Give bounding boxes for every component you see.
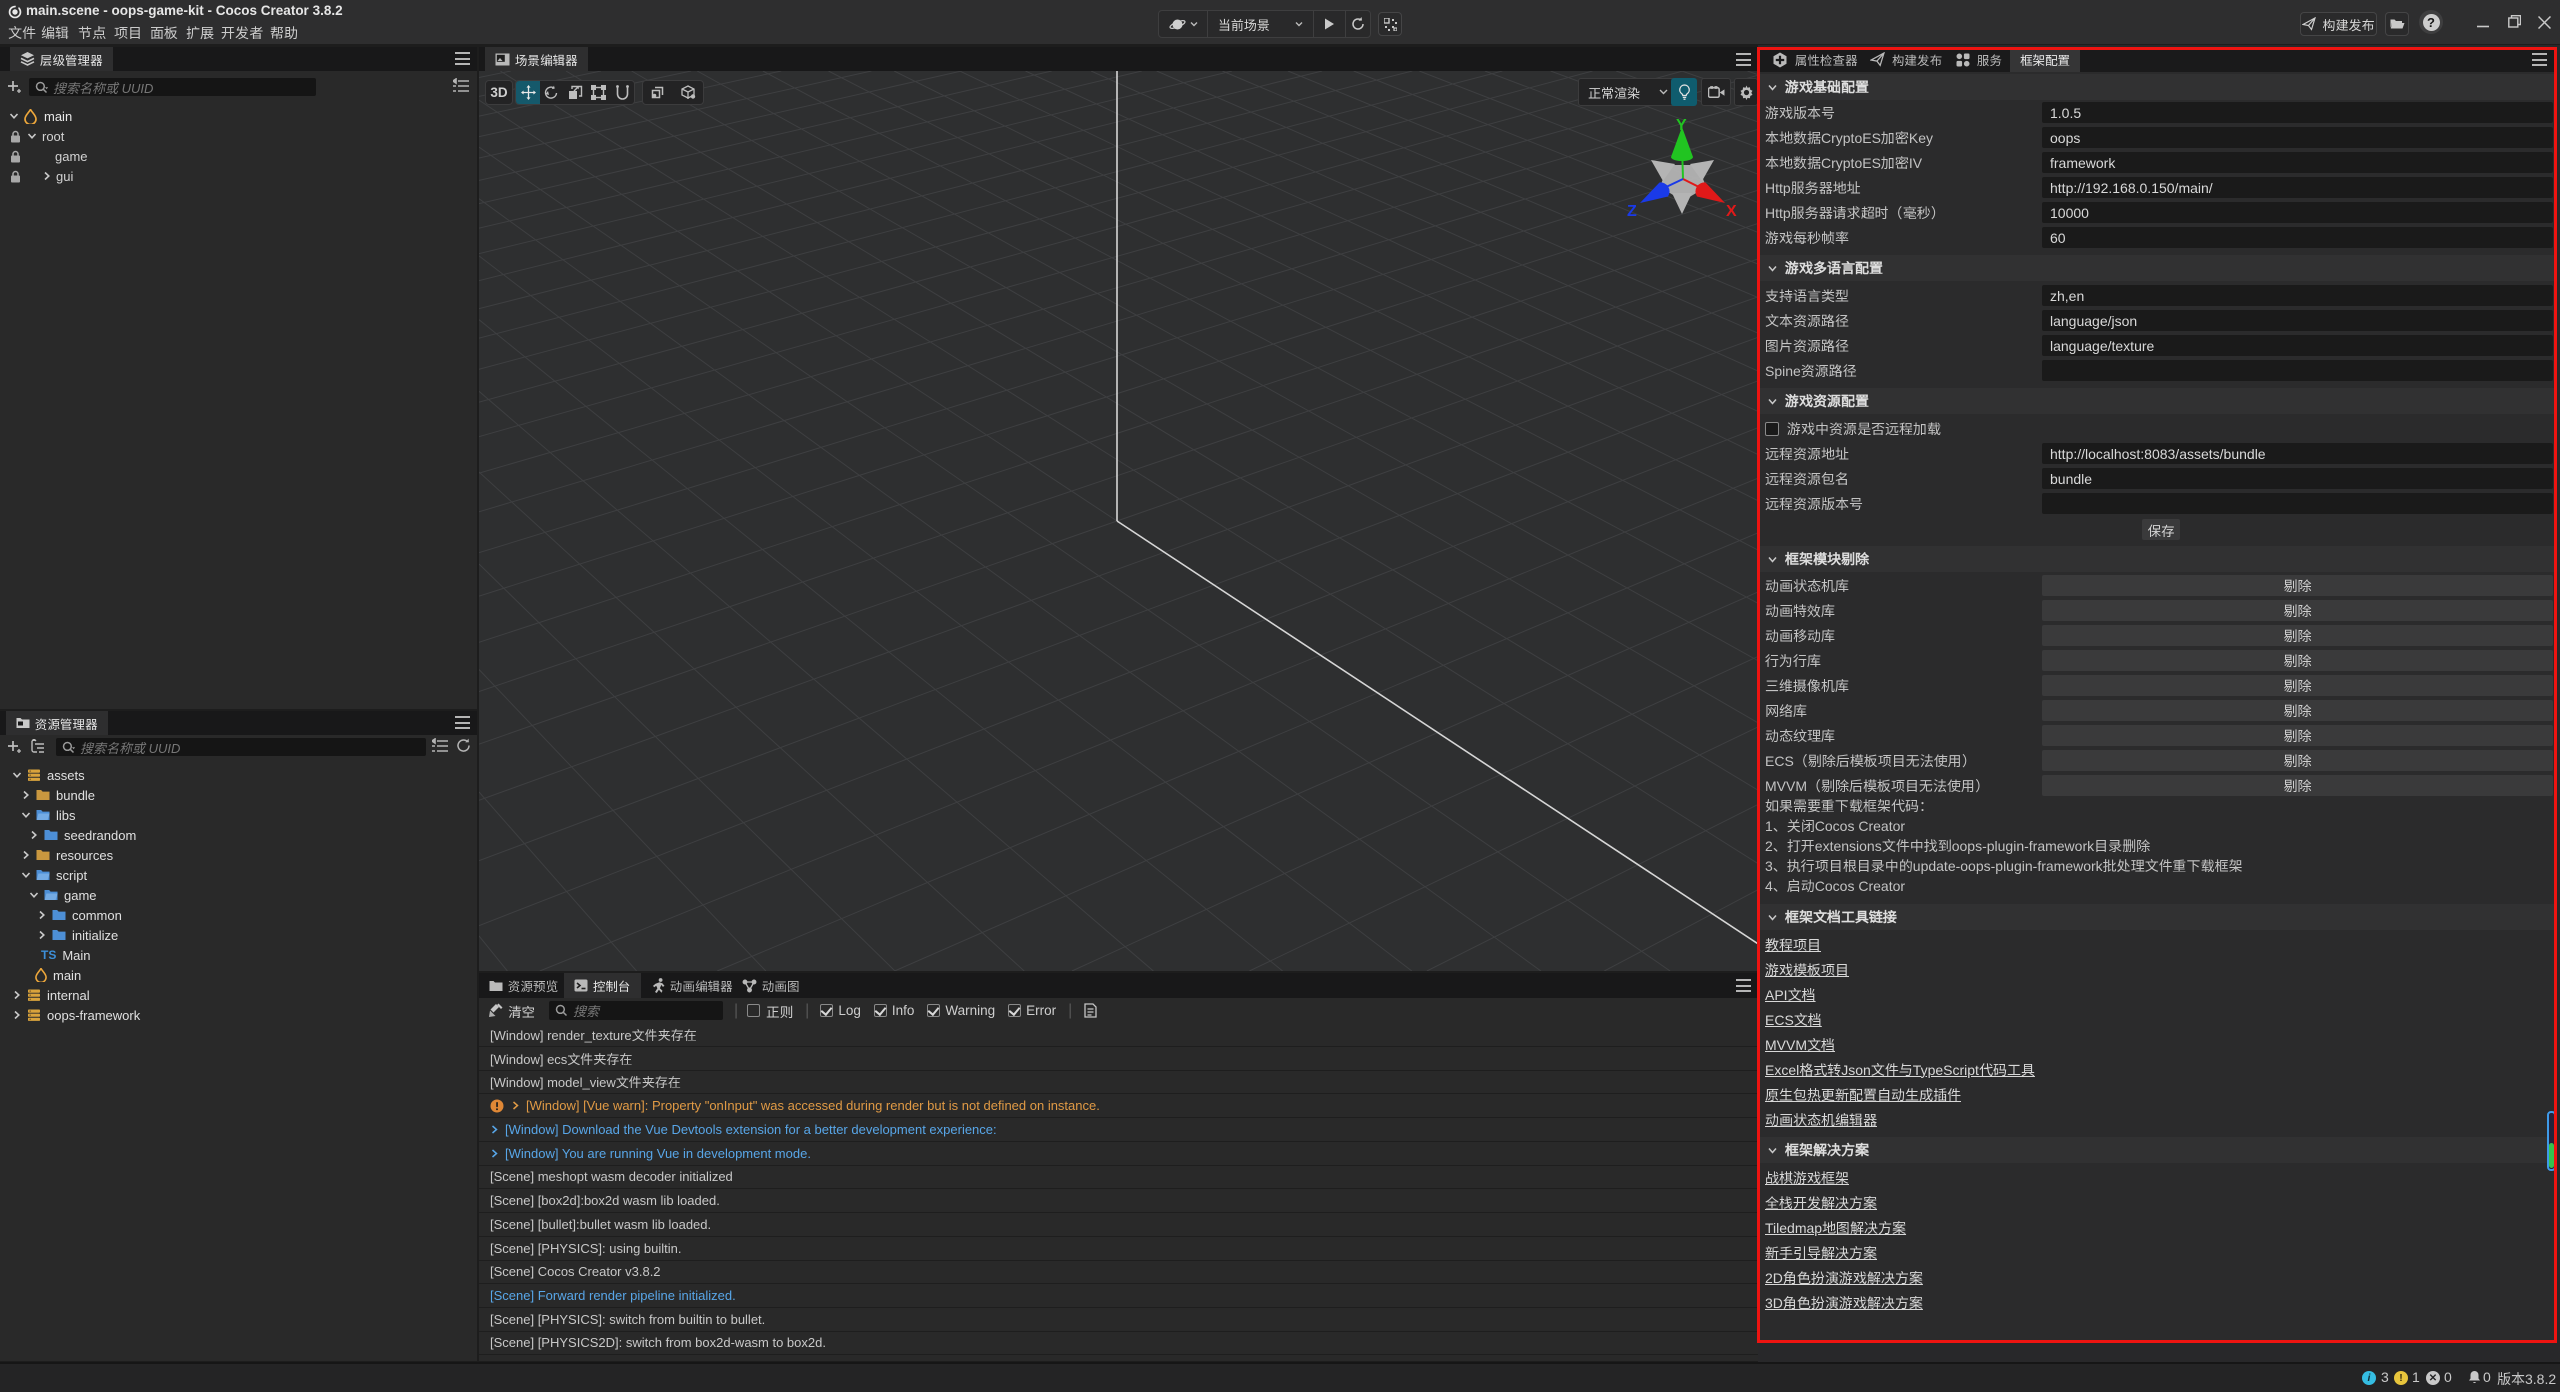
svg-text:X: X [1726, 203, 1737, 220]
svg-text:Y: Y [1676, 117, 1687, 134]
svg-text:Z: Z [1627, 203, 1637, 220]
